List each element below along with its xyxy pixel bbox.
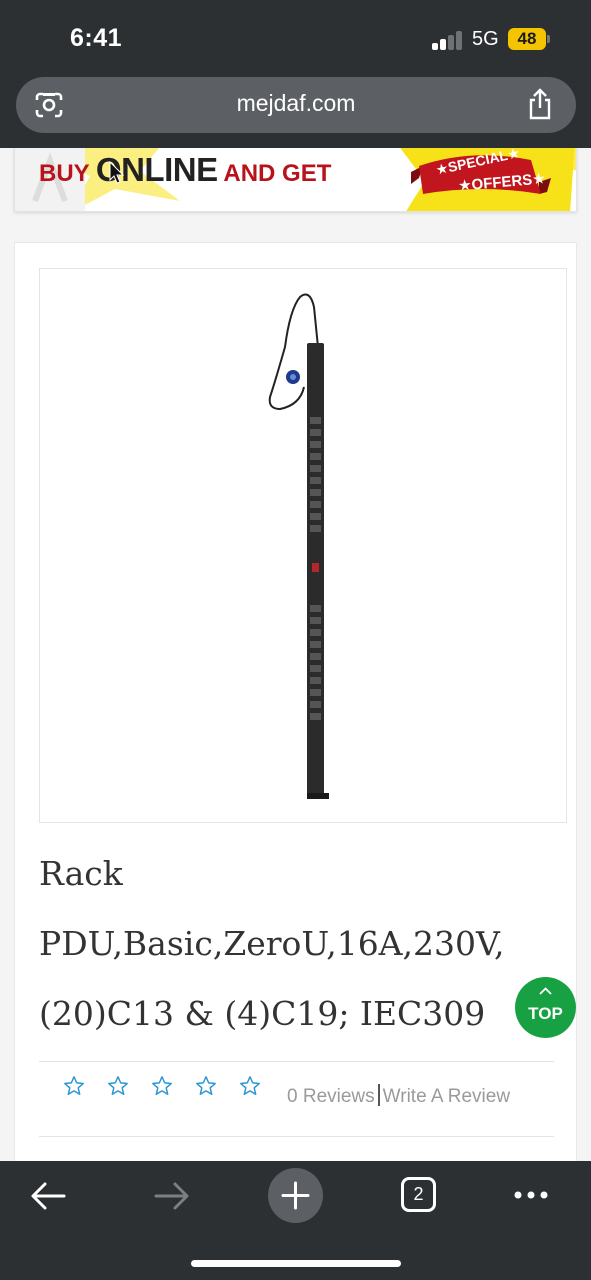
share-icon[interactable] bbox=[526, 88, 554, 120]
forward-arrow-icon[interactable] bbox=[154, 1181, 190, 1211]
mouse-cursor-icon bbox=[109, 161, 125, 184]
more-options-icon[interactable] bbox=[513, 1190, 549, 1200]
new-tab-button[interactable] bbox=[268, 1168, 323, 1223]
product-image[interactable] bbox=[39, 268, 567, 823]
banner-headline: BUY ONLINE AND GET bbox=[39, 151, 331, 189]
star-rating[interactable] bbox=[63, 1075, 283, 1105]
star-2-icon[interactable] bbox=[107, 1075, 129, 1097]
status-and-address-bar: 6:41 5G 48 mejdaf.com bbox=[0, 0, 591, 148]
url-text[interactable]: mejdaf.com bbox=[16, 90, 576, 117]
network-type: 5G bbox=[472, 28, 499, 50]
chevron-up-icon bbox=[539, 987, 552, 995]
reviews-links: 0 Reviews Write A Review bbox=[287, 1084, 510, 1108]
star-3-icon[interactable] bbox=[151, 1075, 173, 1097]
battery-indicator: 48 bbox=[508, 28, 546, 50]
tabs-switcher-button[interactable]: 2 bbox=[401, 1177, 436, 1212]
rack-pdu-image bbox=[268, 293, 329, 799]
product-card: Rack PDU,Basic,ZeroU,16A,230V, (20)C13 &… bbox=[14, 242, 577, 1161]
reviews-separator bbox=[377, 1084, 380, 1106]
web-page-content: BUY ONLINE AND GET ★SPECIAL★ ★OFFERS★ Ra… bbox=[0, 148, 591, 1161]
product-title: Rack PDU,Basic,ZeroU,16A,230V, (20)C13 &… bbox=[39, 854, 505, 1033]
rating-bottom-divider bbox=[39, 1136, 554, 1137]
rating-top-divider bbox=[39, 1061, 554, 1062]
browser-toolbar: 2 bbox=[0, 1161, 591, 1280]
promo-banner[interactable]: BUY ONLINE AND GET ★SPECIAL★ ★OFFERS★ bbox=[14, 148, 577, 212]
cellular-signal-icon bbox=[432, 30, 464, 50]
banner-and-get-text: AND GET bbox=[217, 160, 332, 187]
banner-buy-text: BUY bbox=[39, 160, 96, 187]
back-to-top-button[interactable]: TOP bbox=[515, 977, 576, 1038]
home-indicator[interactable] bbox=[191, 1260, 401, 1267]
address-bar[interactable]: mejdaf.com bbox=[16, 77, 576, 133]
back-arrow-icon[interactable] bbox=[30, 1181, 66, 1211]
star-4-icon[interactable] bbox=[195, 1075, 217, 1097]
plus-icon bbox=[281, 1181, 310, 1210]
back-to-top-label: TOP bbox=[528, 1004, 563, 1023]
reviews-count-link[interactable]: 0 Reviews bbox=[287, 1086, 375, 1107]
status-time: 6:41 bbox=[70, 24, 123, 52]
battery-tip bbox=[547, 35, 550, 43]
star-1-icon[interactable] bbox=[63, 1075, 85, 1097]
write-review-link[interactable]: Write A Review bbox=[383, 1086, 510, 1107]
star-5-icon[interactable] bbox=[239, 1075, 261, 1097]
